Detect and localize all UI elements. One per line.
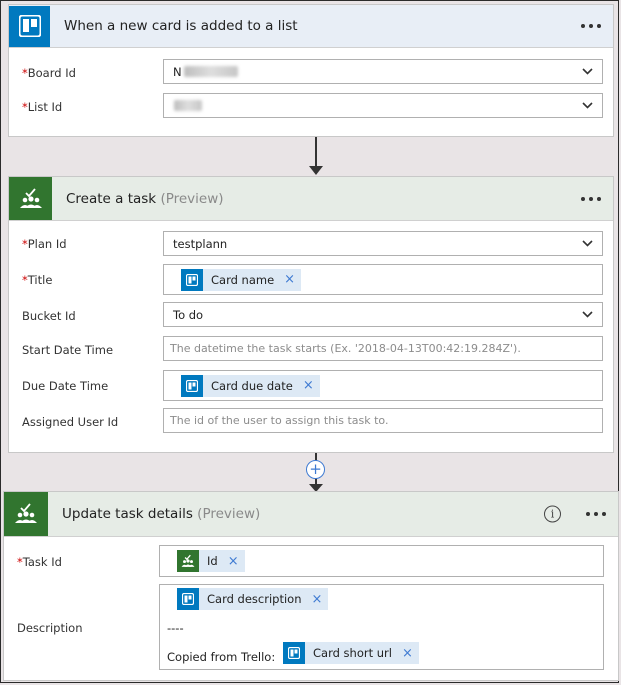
trello-icon: [283, 642, 305, 664]
create-task-header[interactable]: Create a task (Preview): [9, 177, 613, 221]
description-separator: ----: [167, 621, 184, 635]
card-due-date-token[interactable]: Card due date ×: [181, 374, 320, 397]
list-id-label: *List Id: [22, 100, 63, 114]
board-id-select[interactable]: N: [163, 59, 603, 84]
trello-icon: [9, 5, 50, 47]
token-remove-icon[interactable]: ×: [402, 647, 413, 660]
token-remove-icon[interactable]: ×: [303, 379, 314, 392]
trello-icon: [177, 588, 199, 610]
update-task-title: Update task details (Preview): [62, 506, 261, 522]
due-date-input[interactable]: Card due date ×: [163, 370, 603, 401]
card-short-url-token[interactable]: Card short url ×: [283, 642, 419, 664]
update-task-header[interactable]: Update task details (Preview) i: [4, 492, 618, 537]
title-label: *Title: [22, 273, 53, 287]
planner-icon: [177, 550, 199, 572]
redacted-value: [174, 100, 202, 111]
plan-id-label: *Plan Id: [22, 237, 67, 251]
chevron-down-icon[interactable]: [582, 309, 593, 320]
description-input[interactable]: Card description × ---- Copied from Trel…: [159, 584, 604, 670]
description-label: Description: [17, 621, 83, 635]
task-id-input[interactable]: Id ×: [159, 545, 604, 577]
info-icon[interactable]: i: [544, 505, 561, 523]
more-dots-icon[interactable]: [581, 24, 601, 28]
id-token[interactable]: Id ×: [177, 550, 245, 572]
token-remove-icon[interactable]: ×: [228, 555, 239, 568]
start-date-input[interactable]: The datetime the task starts (Ex. '2018-…: [163, 336, 603, 361]
planner-icon: [4, 492, 48, 536]
chevron-down-icon[interactable]: [582, 238, 593, 249]
card-description-token[interactable]: Card description ×: [177, 588, 329, 610]
chevron-down-icon[interactable]: [582, 66, 593, 77]
planner-icon: [9, 177, 52, 220]
trigger-card: When a new card is added to a list *Boar…: [9, 5, 613, 136]
task-id-label: *Task Id: [17, 555, 62, 569]
due-date-label: Due Date Time: [22, 379, 109, 393]
start-date-placeholder: The datetime the task starts (Ex. '2018-…: [170, 342, 521, 355]
assigned-user-input[interactable]: The id of the user to assign this task t…: [163, 408, 603, 433]
token-remove-icon[interactable]: ×: [284, 273, 295, 286]
redacted-value: [183, 66, 238, 77]
card-name-token[interactable]: Card name ×: [181, 268, 302, 291]
assigned-user-label: Assigned User Id: [22, 415, 119, 429]
plan-id-select[interactable]: testplann: [163, 231, 603, 256]
more-dots-icon[interactable]: [581, 196, 601, 201]
copied-from-trello-text: Copied from Trello:: [167, 650, 276, 664]
token-remove-icon[interactable]: ×: [312, 593, 323, 606]
add-step-icon[interactable]: +: [306, 460, 325, 479]
create-task-title: Create a task (Preview): [66, 190, 224, 207]
chevron-down-icon[interactable]: [582, 100, 593, 111]
title-input[interactable]: Card name ×: [163, 264, 603, 295]
trello-icon: [181, 268, 203, 291]
more-dots-icon[interactable]: [586, 512, 606, 516]
bucket-id-label: Bucket Id: [22, 309, 76, 323]
assigned-user-placeholder: The id of the user to assign this task t…: [170, 414, 389, 427]
bucket-id-select[interactable]: To do: [163, 302, 603, 327]
trello-icon: [181, 374, 203, 397]
update-task-card: Update task details (Preview) i *Task Id…: [4, 492, 618, 680]
start-date-label: Start Date Time: [22, 343, 114, 357]
trigger-header[interactable]: When a new card is added to a list: [9, 5, 613, 48]
board-id-label: *Board Id: [22, 66, 76, 80]
create-task-card: Create a task (Preview) *Plan Id testpla…: [9, 177, 613, 452]
trigger-title: When a new card is added to a list: [64, 18, 298, 34]
list-id-select[interactable]: [163, 93, 603, 118]
